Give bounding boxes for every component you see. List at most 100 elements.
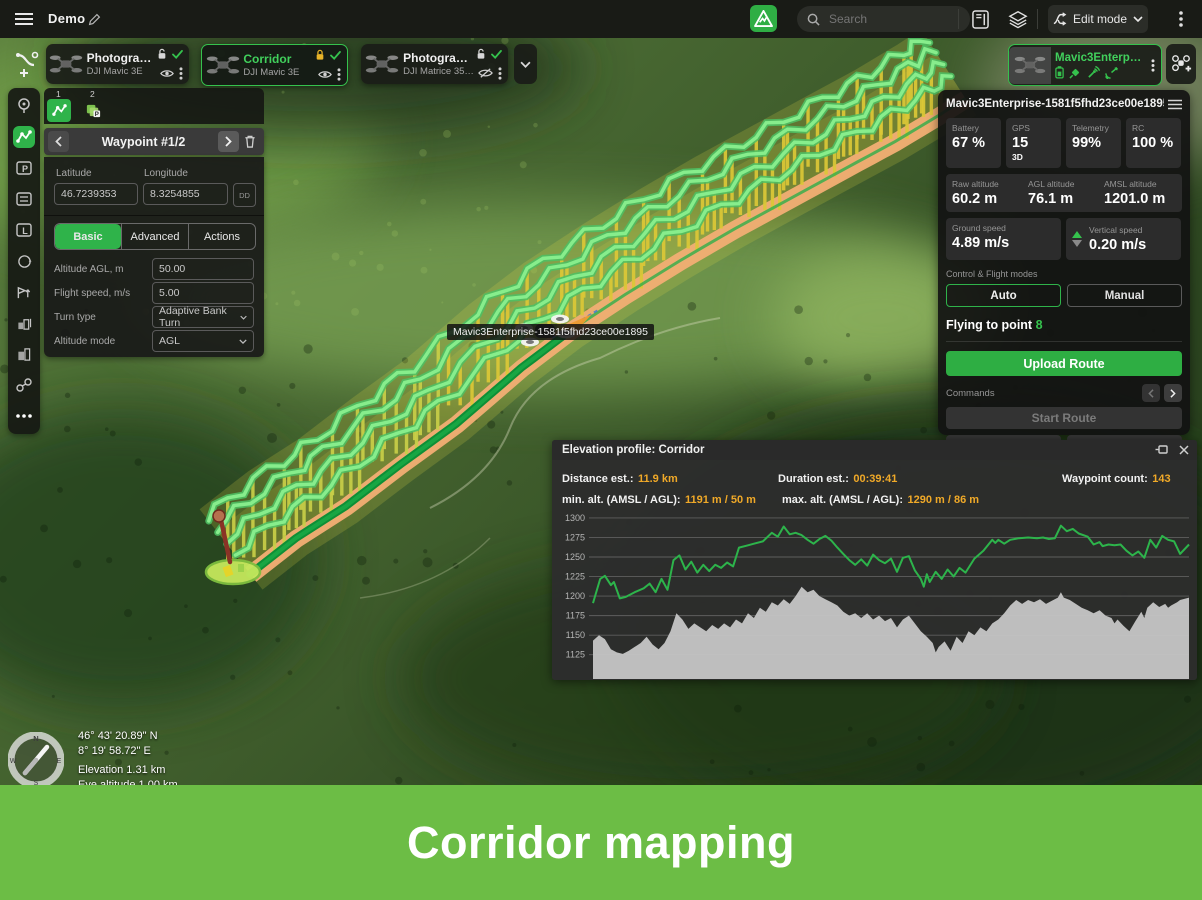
caption-text: Corridor mapping (407, 817, 795, 869)
device-kebab-icon[interactable] (1151, 59, 1155, 72)
altitude-mode-label: Altitude mode (54, 336, 115, 347)
toolbar-item-placemark[interactable] (13, 95, 35, 117)
telemetry-list-icon[interactable] (1168, 99, 1182, 110)
altitude-mode-select[interactable]: AGL (152, 330, 254, 352)
rc-status-icon (1105, 66, 1118, 79)
eye-altitude-text: Eye altitude 1.00 km (78, 778, 178, 785)
svg-text:1250: 1250 (565, 552, 585, 562)
toolbar-item-circle-route[interactable] (13, 250, 35, 272)
synced-check-icon (330, 51, 341, 60)
mission-tab-photogrammetry-2[interactable]: Photogramm... DJI Matrice 350 RT... (361, 44, 508, 84)
connected-drone-card[interactable]: Mavic3Enterprise... (1008, 44, 1162, 86)
visibility-off-icon[interactable] (478, 68, 493, 79)
delete-waypoint-button[interactable] (239, 131, 260, 152)
visibility-eye-icon[interactable] (160, 69, 174, 78)
topbar-divider (958, 9, 959, 29)
app-logo-button[interactable] (750, 5, 777, 32)
mission-tab-title: Photogramm... (403, 51, 474, 65)
chevron-down-icon (239, 339, 247, 344)
toolbar-item-corridor[interactable] (13, 188, 35, 210)
edit-title-pencil-icon[interactable] (86, 11, 102, 27)
gps-status-icon (1069, 66, 1082, 79)
previous-waypoint-button[interactable] (48, 131, 69, 152)
elevation-chart[interactable]: 13001275125012251200117511501125 (553, 508, 1196, 679)
search-box[interactable] (797, 6, 970, 32)
commands-prev-button[interactable] (1142, 384, 1160, 402)
control-modes-label: Control & Flight modes (946, 269, 1182, 279)
elevation-panel-header[interactable]: Elevation profile: Corridor (552, 440, 1197, 460)
edit-mode-dropdown[interactable]: Edit mode (1048, 5, 1148, 33)
toolbar-item-more[interactable] (13, 405, 35, 427)
commands-label: Commands (946, 388, 995, 399)
divider (946, 341, 1182, 342)
visibility-eye-icon[interactable] (318, 70, 332, 79)
upload-route-button[interactable]: Upload Route (946, 351, 1182, 376)
next-waypoint-button[interactable] (218, 131, 239, 152)
mission-tab-drone: DJI Matrice 350 RT... (403, 66, 474, 77)
drone-thumbnail (202, 48, 243, 82)
flight-speed-input[interactable]: 5.00 (152, 282, 254, 304)
compass[interactable]: N S E W (8, 732, 64, 785)
tab-advanced[interactable]: Advanced (121, 224, 188, 249)
toolbar-item-vertical-scan[interactable] (13, 312, 35, 334)
mission-list-expand-button[interactable] (514, 44, 537, 84)
start-route-button[interactable]: Start Route (946, 407, 1182, 429)
max-altitude: max. alt. (AMSL / AGL): 1290 m / 86 m (782, 490, 979, 508)
waypoint-panel: Latitude Longitude DD Basic Advanced Act… (44, 157, 264, 357)
toolbar-item-area-lidar[interactable]: L (13, 219, 35, 241)
add-route-icon[interactable] (12, 48, 42, 80)
tab-actions[interactable]: Actions (188, 224, 255, 249)
divider (44, 215, 264, 216)
segment-tab-number-2: 2 (90, 89, 95, 99)
svg-text:1225: 1225 (565, 572, 585, 582)
mission-kebab-icon[interactable] (337, 68, 341, 81)
toolbar-item-photogrammetry[interactable]: P (13, 157, 35, 179)
commands-next-button[interactable] (1164, 384, 1182, 402)
topbar-kebab-menu[interactable] (1172, 8, 1190, 30)
altitude-agl-input[interactable]: 50.00 (152, 258, 254, 280)
toolbar-item-merge-routes[interactable] (13, 374, 35, 396)
pin-panel-icon[interactable] (1155, 444, 1169, 456)
mission-tab-drone: DJI Mavic 3E (87, 66, 155, 77)
mission-log-button[interactable] (969, 8, 991, 30)
toolbar-item-building-scan[interactable] (13, 343, 35, 365)
caption-banner: Corridor mapping (0, 785, 1202, 900)
coordinate-format-button[interactable]: DD (233, 183, 256, 207)
svg-text:1125: 1125 (566, 650, 585, 660)
battery-tile: Battery67 % (946, 118, 1001, 168)
waypoint-title: Waypoint #1/2 (69, 135, 218, 149)
svg-text:L: L (22, 226, 28, 236)
telemetry-status-icon (1087, 66, 1100, 79)
synced-check-icon (172, 50, 183, 59)
tab-basic[interactable]: Basic (55, 224, 121, 249)
mission-kebab-icon[interactable] (179, 67, 183, 80)
mission-tools-sidebar: P L (8, 88, 40, 434)
toolbar-item-waypoint-route[interactable] (13, 126, 35, 148)
layers-button[interactable] (1007, 8, 1029, 30)
hamburger-menu-button[interactable] (14, 9, 34, 29)
segment-tab-waypoints[interactable] (47, 99, 71, 122)
mission-tab-photogrammetry-1[interactable]: Photogramm... DJI Mavic 3E (46, 44, 189, 84)
toolbar-item-facade-scan[interactable] (13, 281, 35, 303)
search-input[interactable] (827, 11, 941, 27)
segment-tab-photogrammetry[interactable]: P (81, 99, 105, 122)
chevron-down-icon (240, 315, 247, 320)
ground-speed-tile: Ground speed4.89 m/s (946, 218, 1061, 260)
telemetry-drone-name: Mavic3Enterprise-1581f5fhd23ce00e1895 (946, 98, 1164, 110)
svg-text:1275: 1275 (565, 532, 585, 542)
longitude-input[interactable] (143, 183, 228, 205)
synced-check-icon (491, 50, 502, 59)
coordinate-lon: 8° 19' 58.72" E (78, 744, 158, 759)
vertical-speed-tile: Vertical speed0.20 m/s (1066, 218, 1181, 260)
mission-tab-corridor-selected[interactable]: Corridor DJI Mavic 3E (201, 44, 348, 86)
battery-status-icon (1055, 66, 1064, 79)
auto-mode-button[interactable]: Auto (946, 284, 1061, 307)
route-segment-tabs: 1 2 P (44, 88, 264, 124)
mission-kebab-icon[interactable] (498, 67, 502, 80)
latitude-label: Latitude (56, 168, 92, 179)
turn-type-select[interactable]: Adaptive Bank Turn (152, 306, 254, 328)
manual-mode-button[interactable]: Manual (1067, 284, 1182, 307)
close-icon[interactable] (1179, 445, 1189, 455)
add-drone-button[interactable] (1166, 44, 1196, 84)
latitude-input[interactable] (54, 183, 138, 205)
